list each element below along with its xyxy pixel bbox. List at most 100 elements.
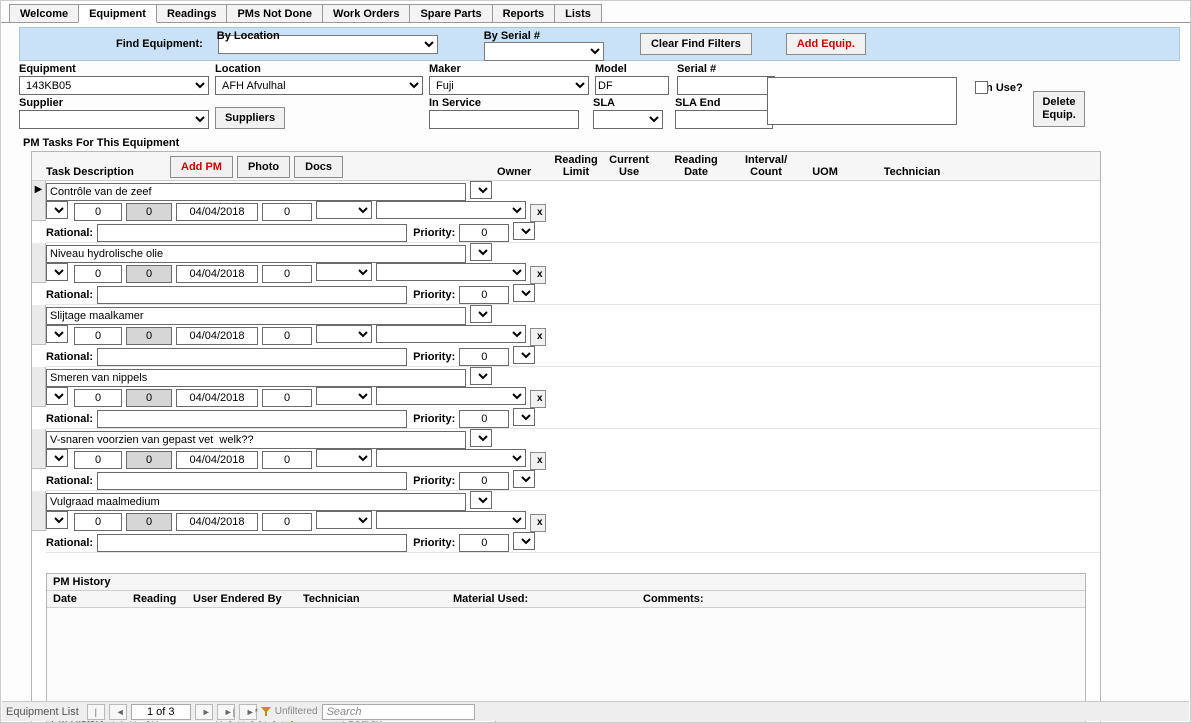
reading-limit-input[interactable] (74, 389, 122, 407)
priority-input[interactable] (459, 472, 509, 490)
interval-input[interactable] (262, 327, 312, 345)
rational-input[interactable] (97, 472, 407, 490)
owner-select[interactable] (46, 263, 68, 281)
nav-next-button[interactable]: ► (195, 704, 213, 720)
tab-lists[interactable]: Lists (554, 4, 602, 22)
delete-row-button[interactable]: x (530, 390, 546, 408)
tab-equipment[interactable]: Equipment (78, 4, 157, 23)
task-owner-dropdown[interactable] (470, 181, 492, 199)
reading-date-input[interactable] (176, 265, 258, 283)
nav-search-input[interactable] (322, 704, 475, 720)
tab-work-orders[interactable]: Work Orders (322, 4, 410, 22)
technician-select[interactable] (376, 263, 526, 281)
nav-new-button[interactable]: ►* (239, 704, 257, 720)
delete-row-button[interactable]: x (530, 514, 546, 532)
sla-end-input[interactable] (675, 110, 773, 129)
technician-select[interactable] (376, 511, 526, 529)
interval-input[interactable] (262, 513, 312, 531)
owner-select[interactable] (46, 325, 68, 343)
priority-select[interactable] (513, 470, 535, 488)
delete-row-button[interactable]: x (530, 204, 546, 222)
tab-pms-not-done[interactable]: PMs Not Done (226, 4, 323, 22)
current-use-input[interactable] (126, 389, 172, 407)
tab-reports[interactable]: Reports (492, 4, 556, 22)
sla-select[interactable] (593, 110, 663, 129)
docs-button[interactable]: Docs (294, 156, 343, 178)
inuse-checkbox[interactable] (975, 81, 988, 94)
model-input[interactable] (595, 76, 669, 95)
interval-input[interactable] (262, 451, 312, 469)
uom-select[interactable] (316, 449, 372, 467)
tab-spare-parts[interactable]: Spare Parts (409, 4, 492, 22)
maker-select[interactable]: Fuji (429, 76, 589, 95)
inservice-input[interactable] (429, 110, 579, 129)
current-use-input[interactable] (126, 513, 172, 531)
nav-prev-button[interactable]: ◄ (109, 704, 127, 720)
tab-welcome[interactable]: Welcome (9, 4, 79, 22)
reading-limit-input[interactable] (74, 451, 122, 469)
photo-button[interactable]: Photo (237, 156, 290, 178)
current-use-input[interactable] (126, 203, 172, 221)
technician-select[interactable] (376, 449, 526, 467)
task-owner-dropdown[interactable] (470, 305, 492, 323)
owner-select[interactable] (46, 511, 68, 529)
current-use-input[interactable] (126, 265, 172, 283)
priority-input[interactable] (459, 286, 509, 304)
owner-select[interactable] (46, 449, 68, 467)
reading-limit-input[interactable] (74, 203, 122, 221)
task-description-input[interactable] (46, 183, 466, 201)
priority-select[interactable] (513, 222, 535, 240)
task-description-input[interactable] (46, 431, 466, 449)
nav-last-button[interactable]: ►| (217, 704, 235, 720)
technician-select[interactable] (376, 387, 526, 405)
reading-date-input[interactable] (176, 451, 258, 469)
rational-input[interactable] (97, 410, 407, 428)
task-description-input[interactable] (46, 493, 466, 511)
priority-select[interactable] (513, 284, 535, 302)
task-owner-dropdown[interactable] (470, 429, 492, 447)
interval-input[interactable] (262, 203, 312, 221)
location-select[interactable]: AFH Afvulhal (215, 76, 423, 95)
task-owner-dropdown[interactable] (470, 243, 492, 261)
interval-input[interactable] (262, 265, 312, 283)
serial-input[interactable] (677, 76, 775, 95)
uom-select[interactable] (316, 387, 372, 405)
task-description-input[interactable] (46, 245, 466, 263)
priority-select[interactable] (513, 532, 535, 550)
add-pm-button[interactable]: Add PM (170, 156, 233, 178)
row-selector[interactable] (32, 491, 46, 531)
task-owner-dropdown[interactable] (470, 491, 492, 509)
uom-select[interactable] (316, 201, 372, 219)
supplier-select[interactable] (19, 110, 209, 129)
tab-readings[interactable]: Readings (156, 4, 228, 22)
row-selector[interactable] (32, 243, 46, 283)
reading-date-input[interactable] (176, 327, 258, 345)
equipment-select[interactable]: 143KB05 (19, 76, 209, 95)
task-description-input[interactable] (46, 369, 466, 387)
priority-input[interactable] (459, 224, 509, 242)
rational-input[interactable] (97, 348, 407, 366)
task-description-input[interactable] (46, 307, 466, 325)
reading-limit-input[interactable] (74, 513, 122, 531)
priority-select[interactable] (513, 346, 535, 364)
priority-input[interactable] (459, 348, 509, 366)
reading-limit-input[interactable] (74, 327, 122, 345)
owner-select[interactable] (46, 201, 68, 219)
nav-first-button[interactable]: |◄ (87, 704, 105, 720)
priority-input[interactable] (459, 410, 509, 428)
technician-select[interactable] (376, 201, 526, 219)
interval-input[interactable] (262, 389, 312, 407)
rational-input[interactable] (97, 286, 407, 304)
uom-select[interactable] (316, 511, 372, 529)
owner-select[interactable] (46, 387, 68, 405)
priority-input[interactable] (459, 534, 509, 552)
rational-input[interactable] (97, 534, 407, 552)
rational-input[interactable] (97, 224, 407, 242)
row-selector[interactable]: ▶ (32, 181, 46, 221)
nav-pos-input[interactable] (131, 704, 191, 720)
reading-date-input[interactable] (176, 203, 258, 221)
task-owner-dropdown[interactable] (470, 367, 492, 385)
row-selector[interactable] (32, 429, 46, 469)
delete-row-button[interactable]: x (530, 266, 546, 284)
delete-row-button[interactable]: x (530, 328, 546, 346)
